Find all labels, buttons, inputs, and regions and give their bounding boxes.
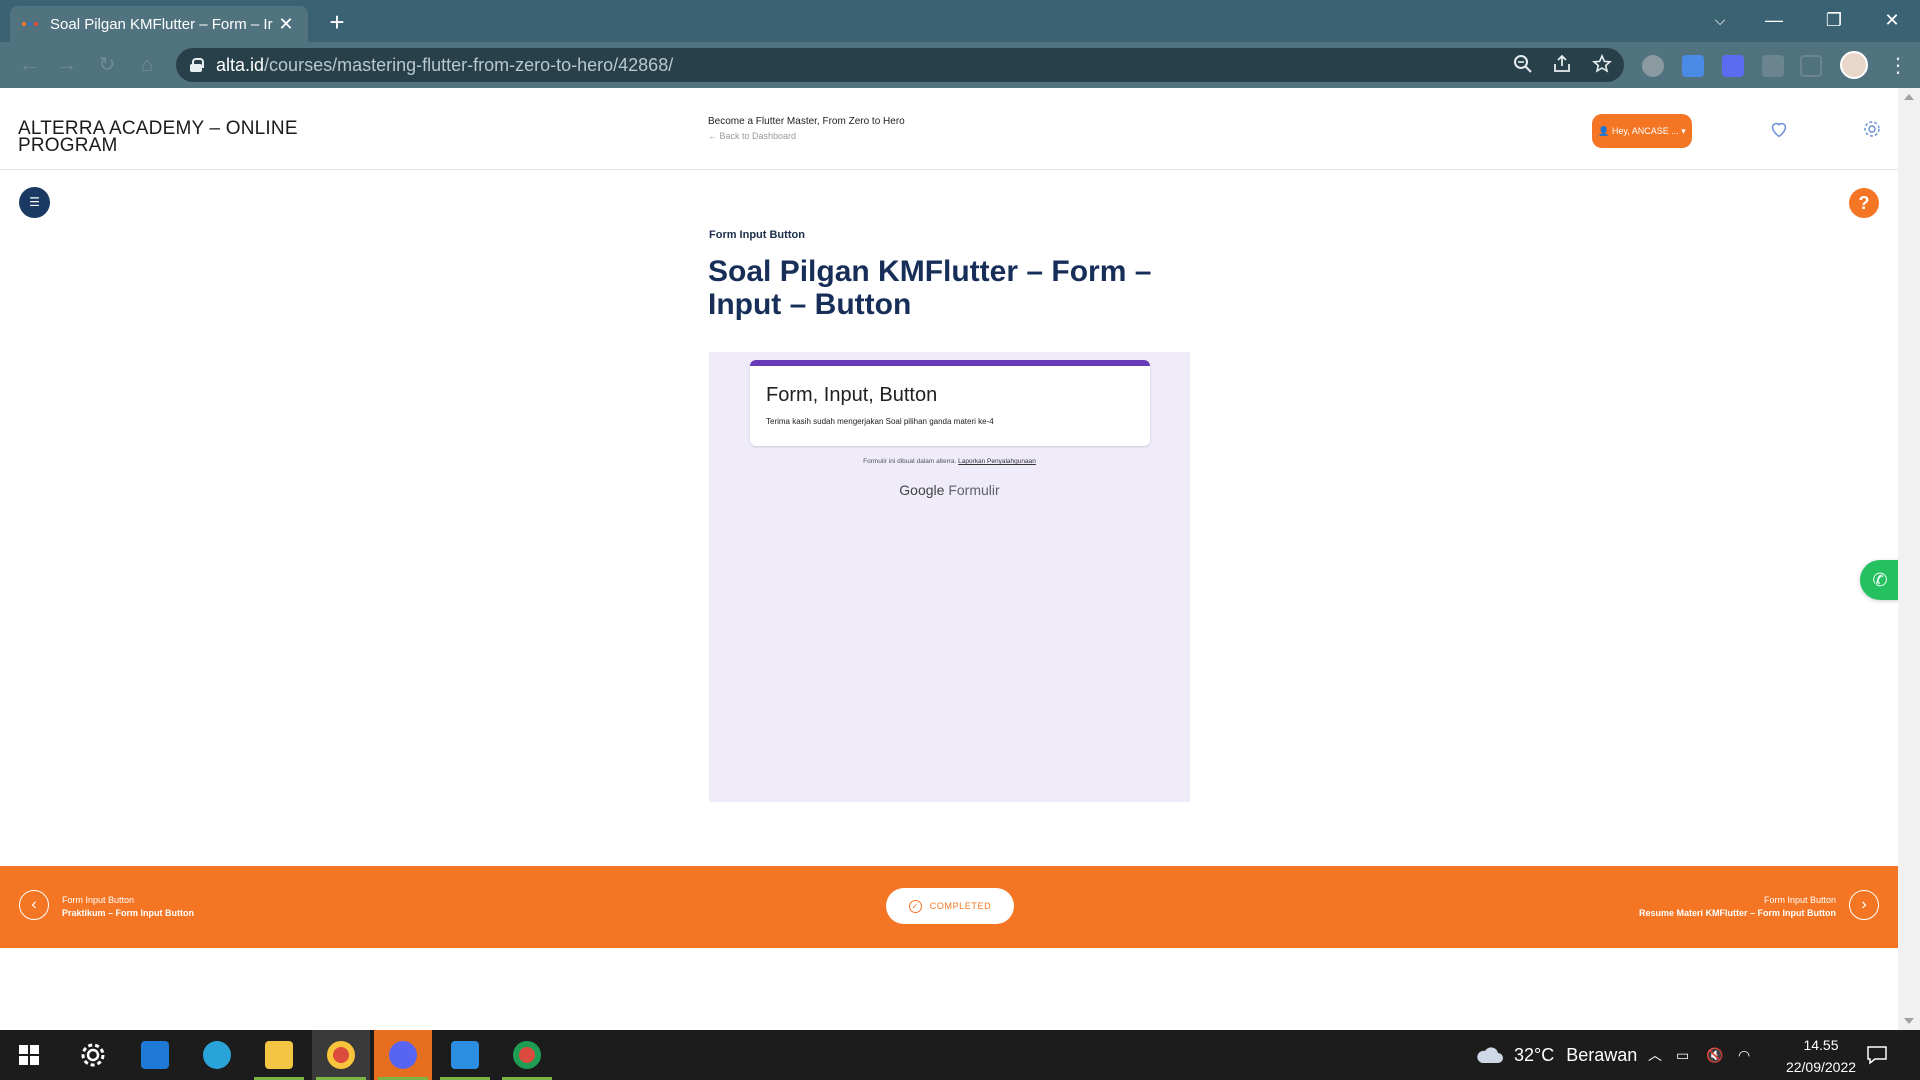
start-windows-icon[interactable] [0,1030,58,1080]
wifi-icon[interactable]: ◠ [1738,1030,1750,1080]
lock-icon [190,58,204,72]
lesson-category: Form Input Button [709,229,805,241]
form-title: Form, Input, Button [766,384,938,406]
scroll-down-arrow-icon[interactable] [1904,1018,1914,1024]
tab-search-icon[interactable]: ⌵ [1692,0,1748,40]
home-icon[interactable]: ⌂ [132,50,162,80]
forward-arrow-icon[interactable]: → [52,50,82,80]
course-title: Become a Flutter Master, From Zero to He… [708,116,905,127]
address-bar[interactable]: alta.id /courses/mastering-flutter-from-… [176,48,1624,82]
restore-button[interactable]: ❐ [1806,0,1862,40]
tab-close-icon[interactable]: ✕ [276,14,296,35]
extension-discord-icon[interactable] [1722,55,1744,77]
previous-lesson-title: Praktikum – Form Input Button [62,908,195,918]
tab-title: Soal Pilgan KMFlutter – Form – Ir [50,15,273,33]
browser-tab[interactable]: Soal Pilgan KMFlutter – Form – Ir ✕ [10,6,308,42]
windows-taskbar: 32°C Berawan ︿ ▭ 🔇 ◠ 14.55 22/09/2022 [0,1030,1920,1080]
next-lesson-title: Resume Materi KMFlutter – Form Input But… [1638,908,1836,918]
discord-taskbar-icon[interactable] [374,1030,432,1080]
embedded-google-form: Form, Input, Button Terima kasih sudah m… [709,352,1190,802]
weather-temp: 32°C [1514,1044,1555,1065]
back-arrow-icon[interactable]: ← [14,50,44,80]
user-menu-button[interactable]: 👤 Hey, ANCASE ... ▾ [1592,114,1692,148]
scroll-up-arrow-icon[interactable] [1904,94,1914,100]
next-lesson-category: Form Input Button [1763,895,1836,905]
extension-music-icon[interactable] [1642,55,1664,77]
extension-translate-icon[interactable] [1682,55,1704,77]
check-circle-icon: ✓ [908,899,922,913]
bookmark-star-icon[interactable] [1591,54,1613,76]
lesson-title: Soal Pilgan KMFlutter – Form – Input – B… [708,255,1152,321]
system-clock[interactable]: 14.55 22/09/2022 [1766,1034,1876,1078]
weather-desc: Berawan [1566,1044,1638,1065]
form-description: Terima kasih sudah mengerjakan Soal pili… [766,417,994,426]
minimize-button[interactable]: — [1746,0,1802,40]
zoom-icon[interactable] [1512,54,1534,76]
help-icon[interactable]: ? [1849,188,1879,218]
next-lesson-chevron-icon[interactable]: › [1849,890,1879,920]
clock-time: 14.55 [1803,1037,1839,1053]
extensions-puzzle-icon[interactable] [1762,55,1784,77]
site-brand[interactable]: ALTERRA ACADEMY – ONLINE PROGRAM [18,119,338,155]
chrome-second-profile-icon[interactable] [498,1030,556,1080]
share-icon[interactable] [1551,54,1573,76]
heart-icon[interactable] [1768,118,1790,140]
whatsapp-icon[interactable]: ✆ [1860,560,1898,600]
cloud-icon [1477,1047,1503,1063]
volume-muted-icon[interactable]: 🔇 [1706,1030,1723,1080]
battery-icon[interactable]: ▭ [1676,1030,1689,1080]
reload-icon[interactable]: ↻ [92,50,122,80]
completed-label: COMPLETED [929,901,992,911]
close-window-button[interactable]: ✕ [1864,0,1920,40]
form-footer-text: Formulir ini dibuat dalam alterra. [863,458,957,465]
page-scrollbar[interactable] [1898,88,1920,1030]
previous-lesson-category: Form Input Button [62,895,135,905]
lesson-navigation-bar: ‹ Form Input Button Praktikum – Form Inp… [0,866,1898,948]
vscode-taskbar-icon[interactable] [436,1030,494,1080]
file-explorer-icon[interactable] [250,1030,308,1080]
browser-toolbar: ← → ↻ ⌂ alta.id /courses/mastering-flutt… [0,42,1920,88]
web-page: ALTERRA ACADEMY – ONLINE PROGRAM Become … [0,88,1898,1030]
chrome-taskbar-icon[interactable] [312,1030,370,1080]
weather-widget[interactable]: 32°C Berawan [1474,1030,1637,1080]
edge-browser-icon[interactable] [188,1030,246,1080]
site-favicon-icon [22,19,40,29]
form-footer: Formulir ini dibuat dalam alterra. Lapor… [709,458,1190,465]
lesson-list-toggle-icon[interactable]: ☰ [19,187,50,218]
report-abuse-link[interactable]: Laporkan Penyalahgunaan [958,458,1036,465]
google-forms-logo[interactable]: Google Formulir [709,482,1190,498]
url-path: /courses/mastering-flutter-from-zero-to-… [264,54,674,75]
browser-tab-bar: Soal Pilgan KMFlutter – Form – Ir ✕ + ⌵ … [0,0,1920,42]
google-wordmark: Google [899,482,945,498]
side-panel-icon[interactable] [1800,55,1822,77]
profile-avatar[interactable] [1840,51,1868,79]
browser-menu-icon[interactable]: ⋮ [1888,54,1908,78]
notification-center-icon[interactable] [1866,1030,1888,1080]
clock-date: 22/09/2022 [1785,1059,1857,1075]
new-tab-button[interactable]: + [322,8,352,38]
settings-gear-icon[interactable] [1862,119,1882,139]
tray-chevron-icon[interactable]: ︿ [1648,1030,1662,1080]
previous-lesson-chevron-icon[interactable]: ‹ [19,890,49,920]
url-host: alta.id [216,54,265,75]
forms-wordmark: Formulir [948,482,1000,498]
completed-button[interactable]: ✓ COMPLETED [886,888,1014,924]
form-header-card: Form, Input, Button Terima kasih sudah m… [750,360,1150,446]
previous-lesson-link[interactable]: Form Input Button Praktikum – Form Input… [62,894,194,920]
site-header: ALTERRA ACADEMY – ONLINE PROGRAM Become … [0,88,1898,170]
settings-app-icon[interactable] [64,1030,122,1080]
mail-app-icon[interactable] [126,1030,184,1080]
back-to-dashboard-link[interactable]: ← Back to Dashboard [708,131,796,141]
next-lesson-link[interactable]: Form Input Button Resume Materi KMFlutte… [1639,894,1836,920]
